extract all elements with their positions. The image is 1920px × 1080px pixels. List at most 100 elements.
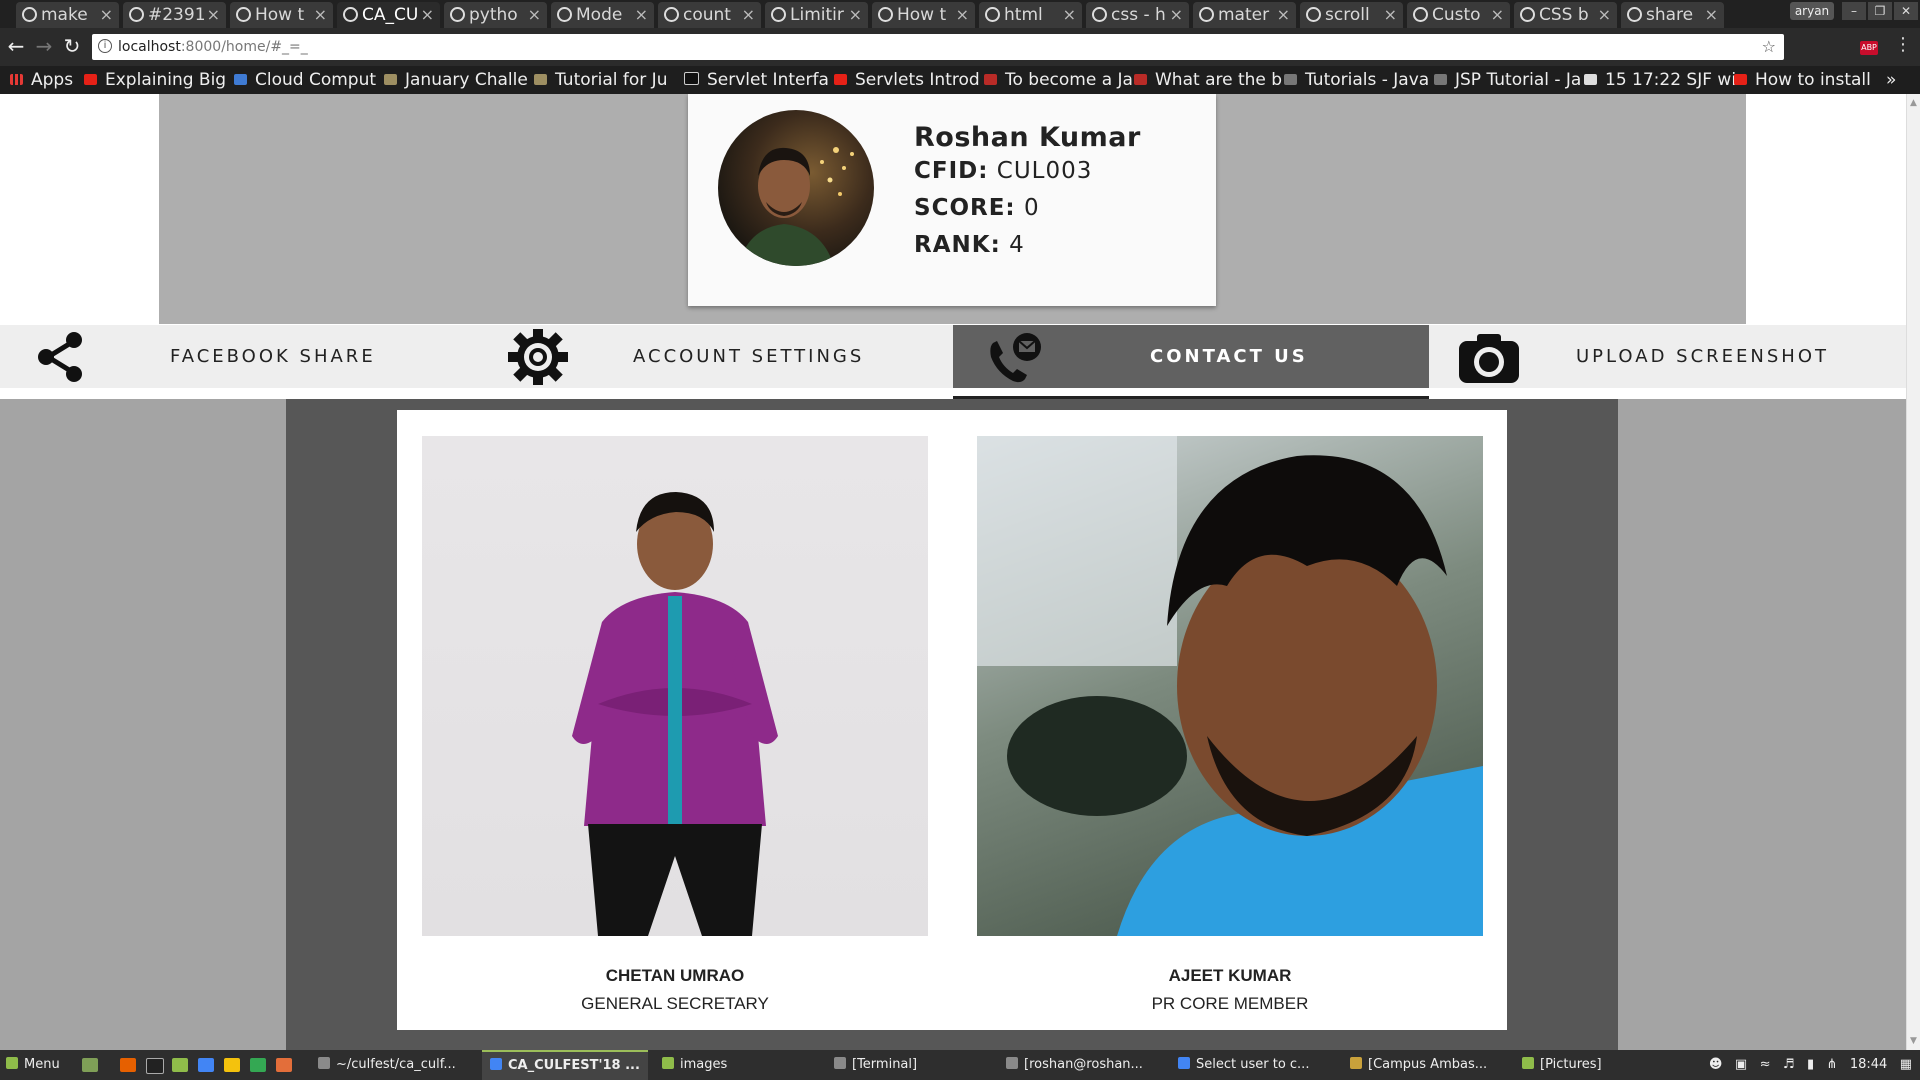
bookmark-item[interactable]: 15 17:22 SJF wi (1584, 67, 1736, 93)
tab-close-icon[interactable]: × (1384, 2, 1397, 28)
bookmark-item[interactable]: January Challe (384, 67, 528, 93)
taskbar-window-active[interactable]: CA_CULFEST'18 ... (482, 1050, 648, 1080)
taskbar-window[interactable]: [roshan@roshan... (1006, 1050, 1143, 1080)
browser-tab[interactable]: How t × (872, 2, 975, 28)
files-icon[interactable] (172, 1058, 188, 1072)
browser-menu-icon[interactable]: ⋮ (1894, 34, 1912, 55)
avatar-photo (738, 147, 854, 266)
browser-tab[interactable]: How t × (230, 2, 333, 28)
scroll-up-icon[interactable]: ▲ (1910, 98, 1917, 108)
wifi-icon[interactable]: ≈ (1760, 1057, 1771, 1072)
bookmarks-overflow-icon[interactable]: » (1886, 67, 1896, 93)
chrome-icon[interactable] (198, 1058, 214, 1072)
update-icon[interactable]: ▣ (1735, 1057, 1747, 1072)
scroll-down-icon[interactable]: ▼ (1910, 1036, 1917, 1046)
browser-tab[interactable]: mater × (1193, 2, 1296, 28)
bookmark-item[interactable]: Cloud Comput (234, 67, 376, 93)
bookmark-item[interactable]: JSP Tutorial - Ja (1434, 67, 1581, 93)
tab-close-icon[interactable]: × (635, 2, 648, 28)
tab-close-icon[interactable]: × (1063, 2, 1076, 28)
bookmark-item[interactable]: Servlets Introd (834, 67, 980, 93)
tab-close-icon[interactable]: × (207, 2, 220, 28)
tab-close-icon[interactable]: × (1705, 2, 1718, 28)
adblock-icon[interactable]: ABP (1860, 41, 1878, 55)
start-menu-button[interactable]: Menu (6, 1050, 60, 1080)
taskbar-window[interactable]: Select user to c... (1178, 1050, 1309, 1080)
forward-icon[interactable]: → (32, 34, 56, 58)
taskbar-window[interactable]: [Pictures] (1522, 1050, 1602, 1080)
document-icon (1584, 74, 1597, 85)
taskbar-window[interactable]: ~/culfest/ca_culf... (318, 1050, 456, 1080)
bookmark-apps[interactable]: Apps (10, 67, 73, 93)
score-label: SCORE: (914, 195, 1016, 221)
back-icon[interactable]: ← (4, 34, 28, 58)
clock[interactable]: 18:44 (1850, 1057, 1887, 1072)
browser-tab[interactable]: html × (979, 2, 1082, 28)
volume-icon[interactable]: ♬ (1783, 1057, 1795, 1072)
minimize-icon[interactable]: – (1842, 2, 1866, 20)
terminal-icon[interactable] (146, 1058, 164, 1074)
bookmark-item[interactable]: What are the b (1134, 67, 1282, 93)
taskbar-window[interactable]: images (662, 1050, 727, 1080)
browser-tab[interactable]: Mode × (551, 2, 654, 28)
bookmark-item[interactable]: How to install (1734, 67, 1871, 93)
tab-close-icon[interactable]: × (421, 2, 434, 28)
browser-tab[interactable]: count × (658, 2, 761, 28)
browser-user-badge[interactable]: aryan (1790, 2, 1834, 20)
app-launcher-icon[interactable] (250, 1058, 266, 1072)
user-icon[interactable]: ☻ (1709, 1057, 1723, 1072)
tab-close-icon[interactable]: × (1277, 2, 1290, 28)
browser-tab-active[interactable]: CA_CU × (337, 2, 440, 28)
bookmark-item[interactable]: Explaining Big (84, 67, 226, 93)
bluetooth-icon[interactable]: ⋔ (1827, 1057, 1838, 1072)
folder-icon (1522, 1057, 1534, 1069)
browser-tab[interactable]: #2391 × (123, 2, 226, 28)
tab-close-icon[interactable]: × (956, 2, 969, 28)
bookmark-star-icon[interactable]: ☆ (1762, 34, 1776, 60)
browser-tab[interactable]: pytho × (444, 2, 547, 28)
bookmark-item[interactable]: Tutorial for Ju (534, 67, 667, 93)
contact-photo-image (572, 492, 778, 936)
browser-tab[interactable]: Limitir × (765, 2, 868, 28)
taskbar-window[interactable]: [Campus Ambas... (1350, 1050, 1487, 1080)
tab-close-icon[interactable]: × (742, 2, 755, 28)
tab-favicon-icon (1092, 7, 1107, 22)
text-editor-icon[interactable] (224, 1058, 240, 1072)
tab-close-icon[interactable]: × (100, 2, 113, 28)
battery-icon[interactable]: ▮ (1807, 1057, 1814, 1072)
menu-contact-us[interactable]: CONTACT US (953, 325, 1429, 388)
share-icon (38, 332, 82, 382)
menu-label: CONTACT US (1150, 346, 1308, 367)
browser-tab[interactable]: share × (1621, 2, 1724, 28)
close-window-icon[interactable]: ✕ (1894, 2, 1918, 20)
taskbar-window[interactable]: [Terminal] (834, 1050, 917, 1080)
action-menu: FACEBOOK SHARE ACCOUNT SETTINGS CONTACT … (0, 325, 1906, 388)
tab-close-icon[interactable]: × (1491, 2, 1504, 28)
browser-tab[interactable]: CSS b × (1514, 2, 1617, 28)
info-icon[interactable]: i (98, 39, 112, 53)
url-path: :8000/home/#_=_ (180, 39, 308, 55)
bookmark-item[interactable]: Servlet Interfa (684, 67, 829, 93)
address-bar[interactable]: i localhost:8000/home/#_=_ ☆ (92, 34, 1784, 60)
browser-tab[interactable]: make × (16, 2, 119, 28)
menu-account-settings[interactable]: ACCOUNT SETTINGS (476, 325, 952, 388)
sublime-icon[interactable] (276, 1058, 292, 1072)
restore-icon[interactable]: ❐ (1868, 2, 1892, 20)
tab-close-icon[interactable]: × (1170, 2, 1183, 28)
tab-close-icon[interactable]: × (1598, 2, 1611, 28)
tab-close-icon[interactable]: × (849, 2, 862, 28)
browser-tab[interactable]: css - h × (1086, 2, 1189, 28)
reload-icon[interactable]: ↻ (60, 34, 84, 58)
menu-upload-screenshot[interactable]: UPLOAD SCREENSHOT (1429, 325, 1905, 388)
tab-close-icon[interactable]: × (314, 2, 327, 28)
show-desktop-icon[interactable] (82, 1058, 98, 1072)
bookmark-item[interactable]: Tutorials - Java (1284, 67, 1429, 93)
page-scrollbar[interactable]: ▲ ▼ (1906, 94, 1920, 1050)
browser-tab[interactable]: Custo × (1407, 2, 1510, 28)
firefox-icon[interactable] (120, 1058, 136, 1072)
menu-facebook-share[interactable]: FACEBOOK SHARE (0, 325, 476, 388)
browser-tab[interactable]: scroll × (1300, 2, 1403, 28)
bookmark-item[interactable]: To become a Ja (984, 67, 1133, 93)
show-desktop-corner-icon[interactable]: ▦ (1900, 1057, 1912, 1072)
tab-close-icon[interactable]: × (528, 2, 541, 28)
